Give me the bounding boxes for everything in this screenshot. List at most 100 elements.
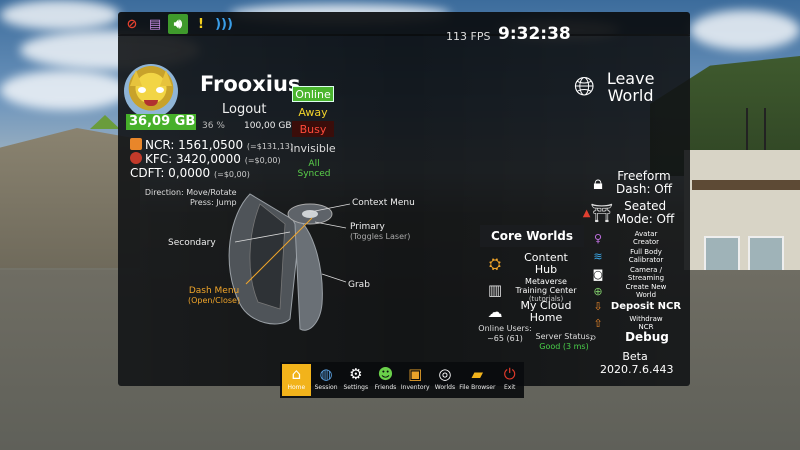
- dash-inventory-button[interactable]: ▣ Inventory: [401, 364, 430, 396]
- leave-world-label: Leave World: [607, 70, 655, 104]
- grab-pointer: [321, 273, 347, 283]
- status-invisible-button[interactable]: Invisible: [290, 140, 335, 156]
- avatar[interactable]: [124, 64, 178, 118]
- camera-icon: ◙: [592, 267, 604, 281]
- cloud-home-button[interactable]: ☁ My Cloud Home: [480, 298, 586, 326]
- dash-home-button[interactable]: ⌂ Home: [282, 364, 311, 396]
- debug-button[interactable]: ⌕ Debug: [590, 328, 682, 346]
- avatar-creator-line2: Creator: [632, 238, 660, 246]
- cloud: [690, 10, 800, 50]
- deposit-label: Deposit NCR: [610, 300, 682, 312]
- seated-label: Seated Mode: Off: [616, 200, 674, 226]
- dash-label: Inventory: [400, 384, 430, 391]
- calibrator-label: Full Body Calibrator: [612, 248, 680, 264]
- status-busy-button[interactable]: Busy: [292, 121, 334, 137]
- primary-pointer: [314, 221, 347, 229]
- seated-line1: Seated: [624, 199, 667, 213]
- currency-label: KFC: 3420,0000: [145, 152, 241, 166]
- dash-menu-text: Dash Menu: [188, 286, 240, 296]
- dash-label: Home: [287, 384, 306, 391]
- cloud-home-label: My Cloud Home: [506, 300, 586, 324]
- content-hub-label: Content Hub: [506, 252, 586, 276]
- leave-line2: World: [607, 86, 654, 105]
- primary-sub: (Toggles Laser): [350, 232, 411, 241]
- currency-kfc: KFC: 3420,0000 (=$0,00): [130, 152, 281, 166]
- no-entry-icon[interactable]: ⊘: [122, 14, 142, 34]
- book-icon[interactable]: ▤: [145, 14, 165, 34]
- globe-exit-icon: 🌐︎: [574, 71, 595, 102]
- sync-status: All Synced: [296, 159, 332, 179]
- avatar-creator-line1: Avatar: [634, 230, 658, 238]
- controller-illustration: [228, 193, 333, 331]
- freeform-label: Freeform Dash: Off: [616, 170, 672, 196]
- currency-cdft: CDFT: 0,0000 (=$0,00): [130, 166, 250, 180]
- online-users: Online Users: ~65 (61): [478, 324, 532, 344]
- create-world-line1: Create New: [625, 283, 667, 291]
- deposit-icon: ⇩: [593, 299, 603, 313]
- home-icon: ⌂: [291, 365, 302, 383]
- full-body-calibrator-button[interactable]: ≋ Full Body Calibrator: [590, 246, 680, 266]
- content-hub-button[interactable]: ⛭ Content Hub: [480, 250, 586, 278]
- status-online-button[interactable]: Online: [292, 86, 334, 102]
- currency-value: (=$0,00): [244, 156, 281, 165]
- avatar-ear: [160, 70, 172, 86]
- warning-icon[interactable]: !: [191, 14, 211, 34]
- gear-icon: ⚙: [349, 365, 363, 383]
- dash-worlds-button[interactable]: ◎ Worlds: [431, 364, 460, 396]
- currency-label: NCR: 1561,0500: [145, 138, 244, 152]
- storage-total: 100,00 GB: [244, 121, 292, 131]
- seat-icon: ▲ ⛩︎: [582, 202, 614, 224]
- currency-ncr: NCR: 1561,0500 (=$131,13): [130, 138, 293, 152]
- cw-line1: Metaverse: [525, 276, 567, 286]
- currency-label: CDFT: 0,0000: [130, 166, 211, 180]
- avatar-creator-label: Avatar Creator: [612, 230, 680, 246]
- controller-diagram: [228, 193, 351, 331]
- label-grab: Grab: [348, 280, 370, 290]
- kfc-icon: [130, 152, 142, 164]
- dash-menu-sub: (Open/Close): [188, 296, 241, 305]
- dash-label: Worlds: [434, 384, 456, 391]
- logout-button[interactable]: Logout: [222, 102, 267, 117]
- dash-label: Exit: [503, 384, 516, 391]
- avatar-mouth: [144, 100, 158, 106]
- cloud: [0, 70, 130, 110]
- inventory-icon: ▣: [408, 365, 423, 383]
- avatar-eye: [138, 87, 146, 93]
- globe-icon: ◍: [319, 365, 333, 383]
- cw-line2: Training Center: [515, 285, 577, 295]
- fbc-line2: Calibrator: [628, 256, 664, 264]
- dash-session-button[interactable]: ◍ Session: [312, 364, 341, 396]
- dash-bar: ⌂ Home ◍ Session ⚙ Settings ☻ Friends ▣ …: [280, 362, 524, 398]
- leave-world-button[interactable]: 🌐︎ Leave World: [574, 66, 684, 108]
- label-dash-menu: Dash Menu (Open/Close): [188, 286, 240, 305]
- dash-settings-button[interactable]: ⚙ Settings: [341, 364, 370, 396]
- worlds-icon: ◎: [438, 365, 452, 383]
- label-context-menu: Context Menu: [352, 198, 415, 208]
- hub-icon: ⛭: [488, 255, 501, 273]
- top-bar: ⊘ ▤ 🔊︎ ! ))): [118, 12, 690, 36]
- wifi-icon[interactable]: ))): [214, 14, 234, 34]
- dash-label: File Browser: [459, 384, 496, 391]
- freeform-dash-toggle[interactable]: 🔒︎ Freeform Dash: Off: [586, 168, 686, 198]
- status-away-button[interactable]: Away: [292, 104, 334, 120]
- dash-friends-button[interactable]: ☻ Friends: [371, 364, 400, 396]
- avatar-creator-button[interactable]: ♀ Avatar Creator: [590, 228, 680, 248]
- clock: 9:32:38: [498, 24, 571, 44]
- withdraw-line1: Withdraw: [629, 315, 663, 323]
- cw-line2: Hub: [534, 263, 558, 276]
- power-icon: ⏻: [503, 365, 516, 383]
- dash-exit-button[interactable]: ⏻ Exit: [495, 364, 524, 396]
- sync-line2: Synced: [297, 169, 331, 179]
- volume-icon[interactable]: 🔊︎: [168, 14, 188, 34]
- storage-used: 36,09 GB: [129, 114, 196, 129]
- label-secondary: Secondary: [168, 238, 216, 248]
- version-info: Beta 2020.7.6.443: [600, 350, 673, 376]
- online-users-value: ~65 (61): [487, 334, 523, 343]
- label-primary: Primary (Toggles Laser): [350, 222, 410, 241]
- seated-mode-toggle[interactable]: ▲ ⛩︎ Seated Mode: Off: [582, 198, 686, 228]
- ncr-icon: [130, 138, 142, 150]
- cw-line2: Home: [529, 311, 563, 324]
- balcony: [692, 180, 800, 190]
- dash-file-browser-button[interactable]: ▰ File Browser: [459, 364, 496, 396]
- freeform-line2: Dash: Off: [616, 182, 673, 196]
